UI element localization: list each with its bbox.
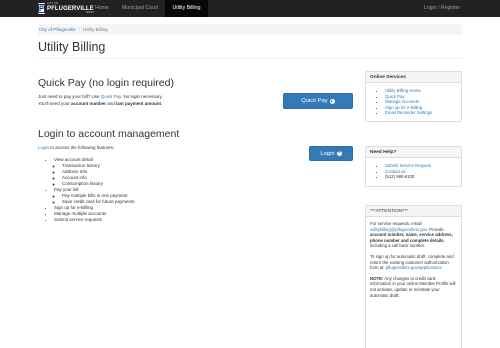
- list-item: Submit service requests: [54, 217, 135, 223]
- nav-login-register[interactable]: Login / Register: [420, 0, 464, 17]
- quick-pay-text: .: [161, 100, 163, 106]
- quick-pay-heading: Quick Pay (no login required): [38, 77, 174, 89]
- online-services-panel: Online Services Utility Billing Home Qui…: [365, 71, 462, 122]
- utility-billing-email-link[interactable]: utilitybilling@pflugervilletx.gov: [370, 227, 427, 232]
- need-help-heading: Need Help?: [366, 147, 461, 158]
- help-phone-number: (512) 990-6100: [385, 174, 415, 180]
- quick-pay-button-label: Quick Pay: [301, 98, 328, 104]
- breadcrumb: City of Pflugerville / Utility Billing: [38, 24, 462, 35]
- title-divider: [38, 58, 462, 59]
- sidebar-link-service-request[interactable]: Submit Service Request: [385, 163, 431, 168]
- login-text: to access the following features:: [49, 145, 115, 150]
- login-description: Login to access the following features:: [38, 145, 258, 152]
- list-item: View account detail Transaction history …: [54, 157, 135, 187]
- breadcrumb-current: Utility Billing: [83, 27, 108, 32]
- feature-label: View account detail: [54, 157, 93, 162]
- features-list: View account detail Transaction history …: [38, 157, 135, 223]
- note-label: NOTE:: [370, 275, 384, 281]
- attention-note: NOTE: Any changes to credit card informa…: [370, 276, 457, 298]
- login-button[interactable]: Login: [309, 146, 353, 161]
- city-seal-icon: [38, 3, 45, 14]
- quick-pay-text: . No login necessary.: [120, 94, 163, 99]
- sidebar-link-manage-accounts[interactable]: Manage Accounts: [385, 99, 419, 104]
- login-button-label: Login: [320, 150, 335, 157]
- attention-text: For service requests, email: [370, 221, 422, 226]
- last-payment-bold: last payment amount: [116, 100, 162, 106]
- attention-text: Any changes to credit card information i…: [370, 275, 456, 298]
- quick-pay-button[interactable]: Quick Pay: [283, 93, 353, 109]
- feature-label: Pay your bill: [54, 187, 79, 192]
- sidebar-link-contact-us[interactable]: Contact us: [385, 169, 406, 174]
- sidebar-link-quick-pay[interactable]: Quick Pay: [385, 94, 405, 99]
- quick-pay-text: Just need to pay your bill? Use: [38, 94, 101, 99]
- login-heading: Login to account management: [38, 128, 180, 140]
- sidebar-link-ebilling[interactable]: Sign up for e-Billing: [385, 105, 422, 110]
- need-help-panel: Need Help? Submit Service Request Contac…: [365, 146, 462, 187]
- online-services-heading: Online Services: [366, 72, 461, 83]
- sidebar-link-email-reminders[interactable]: Email Reminder Settings: [385, 110, 432, 115]
- nav-home[interactable]: Home: [91, 0, 113, 17]
- city-logo[interactable]: CITY OF PFLUGERVILLE TEXAS: [38, 2, 94, 15]
- plus-circle-icon: [336, 150, 342, 157]
- attention-service-requests: For service requests, email utilitybilli…: [370, 221, 457, 249]
- quick-pay-text: and: [105, 100, 116, 106]
- login-link[interactable]: Login: [38, 145, 49, 150]
- applications-link[interactable]: pflugervilletx.gov/applications: [386, 265, 442, 270]
- breadcrumb-separator: /: [78, 27, 81, 32]
- arrow-circle-right-icon: [329, 98, 335, 104]
- nav-utility-billing[interactable]: Utility Billing: [165, 0, 208, 17]
- quick-pay-link[interactable]: Quick Pay: [101, 94, 121, 99]
- quick-pay-description: Just need to pay your bill? Use Quick Pa…: [38, 94, 258, 107]
- sidebar-link-utility-billing-home[interactable]: Utility Billing Home: [385, 88, 421, 93]
- top-navbar: CITY OF PFLUGERVILLE TEXAS Home Municipa…: [0, 0, 500, 17]
- quick-pay-text: You'll need your: [38, 100, 71, 106]
- attention-panel: ***ATTENTION*** For service requests, em…: [365, 205, 462, 348]
- page-title: Utility Billing: [38, 40, 106, 54]
- breadcrumb-home-link[interactable]: City of Pflugerville: [39, 27, 76, 32]
- attention-auto-draft: To sign up for automatic draft, complete…: [370, 254, 457, 271]
- attention-text: . Provide: [426, 226, 444, 232]
- list-item: Pay your bill Pay multiple bills in one …: [54, 187, 135, 205]
- attention-heading: ***ATTENTION***: [366, 206, 461, 217]
- nav-municipal-court[interactable]: Municipal Court: [116, 0, 164, 17]
- attention-bold: account number, name, service address, p…: [370, 232, 453, 243]
- account-number-bold: account number: [70, 100, 106, 106]
